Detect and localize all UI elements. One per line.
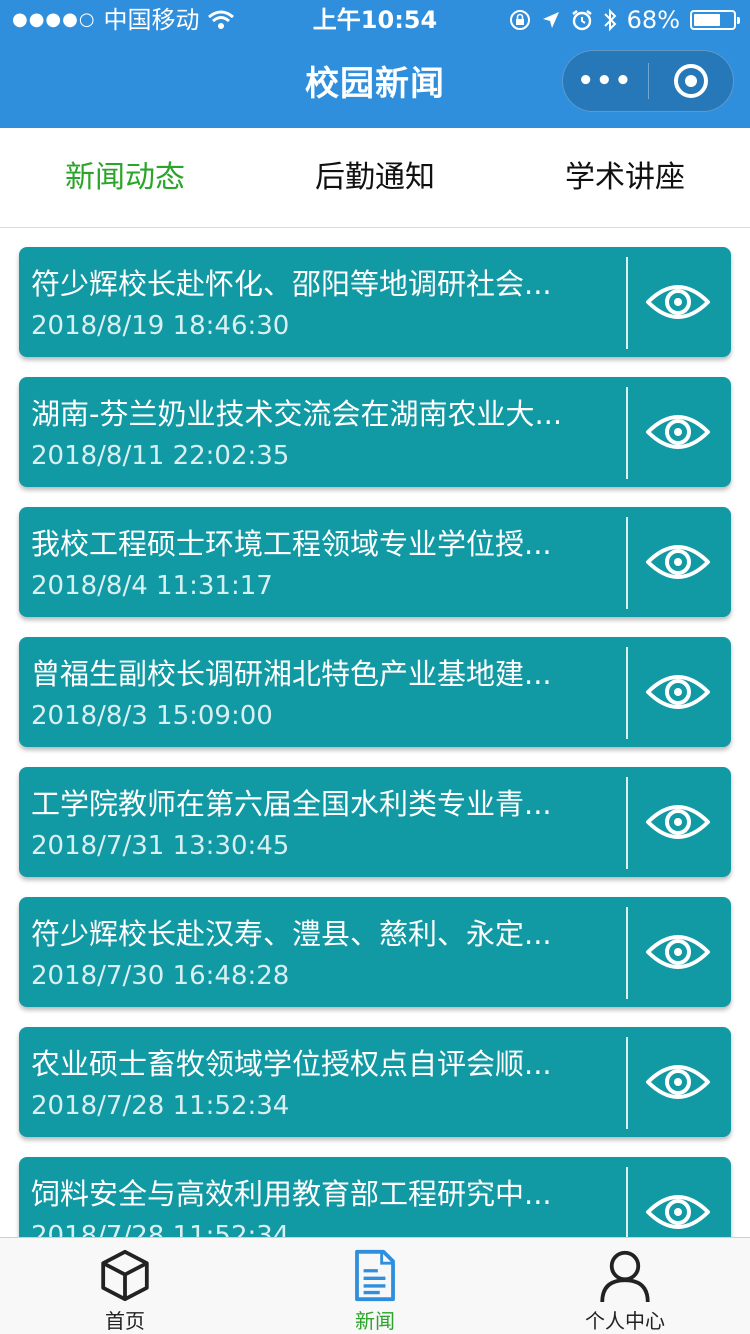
miniprogram-capsule: ••• [562,50,734,112]
eye-icon[interactable] [645,276,711,328]
news-card[interactable]: 曾福生副校长调研湘北特色产业基地建... 2018/8/3 15:09:00 [19,637,731,747]
close-target-button[interactable] [649,64,734,98]
card-divider [626,387,628,479]
card-divider [626,1167,628,1237]
tab-logistics[interactable]: 后勤通知 [250,128,500,227]
eye-icon[interactable] [645,1186,711,1237]
news-time: 2018/7/28 11:52:34 [31,1091,290,1121]
tabbar-label-home: 首页 [105,1309,145,1333]
news-card[interactable]: 农业硕士畜牧领域学位授权点自评会顺... 2018/7/28 11:52:34 [19,1027,731,1137]
tabbar-item-news[interactable]: 新闻 [250,1238,500,1334]
rotation-lock-icon [509,10,530,30]
more-button[interactable]: ••• [563,50,648,112]
news-card[interactable]: 工学院教师在第六届全国水利类专业青... 2018/7/31 13:30:45 [19,767,731,877]
bottom-tab-bar: 首页 新闻 个人中心 [0,1237,750,1334]
status-bar: ●●●●○ 中国移动 上午10:54 68% [0,0,750,40]
top-bar: ●●●●○ 中国移动 上午10:54 68% 校园新闻 ••• [0,0,750,128]
user-icon [600,1250,650,1303]
location-icon [542,12,559,28]
battery-icon [690,10,740,30]
news-time: 2018/7/30 16:48:28 [31,961,290,991]
eye-icon[interactable] [645,796,711,848]
eye-icon[interactable] [645,1056,711,1108]
news-title: 我校工程硕士环境工程领域专业学位授... [31,527,552,561]
eye-icon[interactable] [645,406,711,458]
news-time: 2018/8/11 22:02:35 [31,441,290,471]
cube-icon [101,1249,149,1302]
status-right: 68% [509,0,740,40]
card-divider [626,647,628,739]
card-divider [626,1037,628,1129]
news-card[interactable]: 我校工程硕士环境工程领域专业学位授... 2018/8/4 11:31:17 [19,507,731,617]
category-tabs: 新闻动态 后勤通知 学术讲座 [0,128,750,228]
tab-lectures[interactable]: 学术讲座 [500,128,750,227]
tabbar-label-news: 新闻 [355,1309,395,1333]
news-time: 2018/8/3 15:09:00 [31,701,273,731]
tabbar-item-profile[interactable]: 个人中心 [500,1238,750,1334]
news-time: 2018/8/19 18:46:30 [31,311,290,341]
news-title: 饲料安全与高效利用教育部工程研究中... [31,1177,552,1211]
tabbar-label-profile: 个人中心 [585,1309,665,1333]
card-divider [626,777,628,869]
bluetooth-icon [603,8,617,32]
tabbar-item-home[interactable]: 首页 [0,1238,250,1334]
news-title: 农业硕士畜牧领域学位授权点自评会顺... [31,1047,552,1081]
news-time: 2018/7/31 13:30:45 [31,831,290,861]
card-divider [626,907,628,999]
news-card[interactable]: 湖南-芬兰奶业技术交流会在湖南农业大... 2018/8/11 22:02:35 [19,377,731,487]
news-list[interactable]: 符少辉校长赴怀化、邵阳等地调研社会... 2018/8/19 18:46:30 … [0,229,750,1237]
news-title: 符少辉校长赴怀化、邵阳等地调研社会... [31,267,552,301]
news-card[interactable]: 符少辉校长赴汉寿、澧县、慈利、永定... 2018/7/30 16:48:28 [19,897,731,1007]
news-title: 湖南-芬兰奶业技术交流会在湖南农业大... [31,397,563,431]
alarm-icon [571,10,592,31]
document-icon [355,1249,395,1302]
news-title: 曾福生副校长调研湘北特色产业基地建... [31,657,552,691]
target-icon [673,64,708,98]
news-card[interactable]: 符少辉校长赴怀化、邵阳等地调研社会... 2018/8/19 18:46:30 [19,247,731,357]
news-card[interactable]: 饲料安全与高效利用教育部工程研究中... 2018/7/28 11:52:34 [19,1157,731,1237]
news-time: 2018/8/4 11:31:17 [31,571,273,601]
eye-icon[interactable] [645,926,711,978]
news-time: 2018/7/28 11:52:34 [31,1221,290,1237]
eye-icon[interactable] [645,536,711,588]
news-title: 工学院教师在第六届全国水利类专业青... [31,787,552,821]
battery-percent: 68% [626,6,680,34]
battery-fill [694,14,720,26]
card-divider [626,517,628,609]
card-divider [626,257,628,349]
eye-icon[interactable] [645,666,711,718]
tab-news[interactable]: 新闻动态 [0,128,250,227]
news-title: 符少辉校长赴汉寿、澧县、慈利、永定... [31,917,552,951]
